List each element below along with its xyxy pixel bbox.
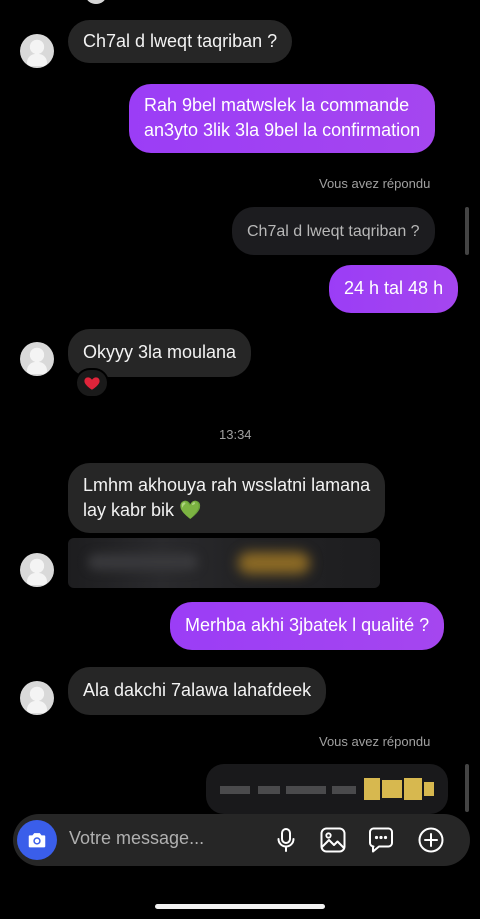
timestamp: 13:34: [219, 427, 252, 442]
heart-icon: [84, 377, 100, 390]
quote-bar: [465, 207, 469, 255]
image-icon: [320, 827, 346, 853]
pixel-block: [424, 782, 434, 796]
message-line: lay kabr bik 💚: [83, 500, 202, 520]
pixel-block: [258, 786, 280, 794]
home-indicator[interactable]: [155, 904, 325, 909]
quoted-message[interactable]: Ch7al d lweqt taqriban ?: [232, 207, 435, 255]
sticker-icon: [369, 827, 393, 853]
incoming-message[interactable]: Lmhm akhouya rah wsslatni lamana lay kab…: [68, 463, 386, 533]
avatar[interactable]: [20, 681, 54, 715]
quote-bar: [465, 764, 469, 812]
blur-blob: [238, 552, 310, 574]
pixel-block: [364, 778, 380, 800]
message-line: Rah 9bel matwslek la commande: [144, 95, 410, 115]
message-line: an3yto 3lik 3la 9bel la confirmation: [144, 120, 421, 140]
outgoing-message[interactable]: Merhba akhi 3jbatek l qualité ?: [170, 602, 445, 650]
camera-button[interactable]: [17, 820, 57, 860]
plus-circle-icon: [418, 827, 444, 853]
incoming-message[interactable]: Ala dakchi 7alawa lahafdeek: [68, 667, 327, 715]
camera-icon: [28, 833, 46, 848]
outgoing-message[interactable]: 24 h tal 48 h: [329, 265, 459, 313]
sticker-button[interactable]: [366, 825, 396, 855]
add-button[interactable]: [416, 825, 446, 855]
gallery-button[interactable]: [318, 825, 348, 855]
blur-blob: [88, 554, 198, 570]
pixelated-quoted-message[interactable]: [206, 764, 448, 814]
outgoing-message[interactable]: Rah 9bel matwslek la commande an3yto 3li…: [129, 84, 436, 153]
incoming-message[interactable]: Ch7al d lweqt taqriban ?: [68, 20, 293, 63]
pixel-block: [404, 778, 422, 800]
microphone-icon: [277, 828, 295, 852]
header-avatar-fragment: [86, 0, 106, 4]
pixel-block: [332, 786, 356, 794]
pixel-block: [286, 786, 326, 794]
blurred-attachment[interactable]: [68, 538, 380, 588]
reply-label: Vous avez répondu: [319, 734, 431, 749]
avatar[interactable]: [20, 342, 54, 376]
top-cut-header: [0, 0, 480, 8]
avatar[interactable]: [20, 553, 54, 587]
avatar[interactable]: [20, 34, 54, 68]
reaction-heart[interactable]: [75, 368, 109, 398]
microphone-button[interactable]: [271, 825, 301, 855]
pixel-block: [382, 780, 402, 798]
message-line: Lmhm akhouya rah wsslatni lamana: [83, 475, 371, 495]
reply-label: Vous avez répondu: [319, 176, 431, 191]
message-composer: Votre message...: [13, 814, 470, 866]
message-input[interactable]: Votre message...: [69, 828, 204, 849]
pixel-block: [220, 786, 250, 794]
